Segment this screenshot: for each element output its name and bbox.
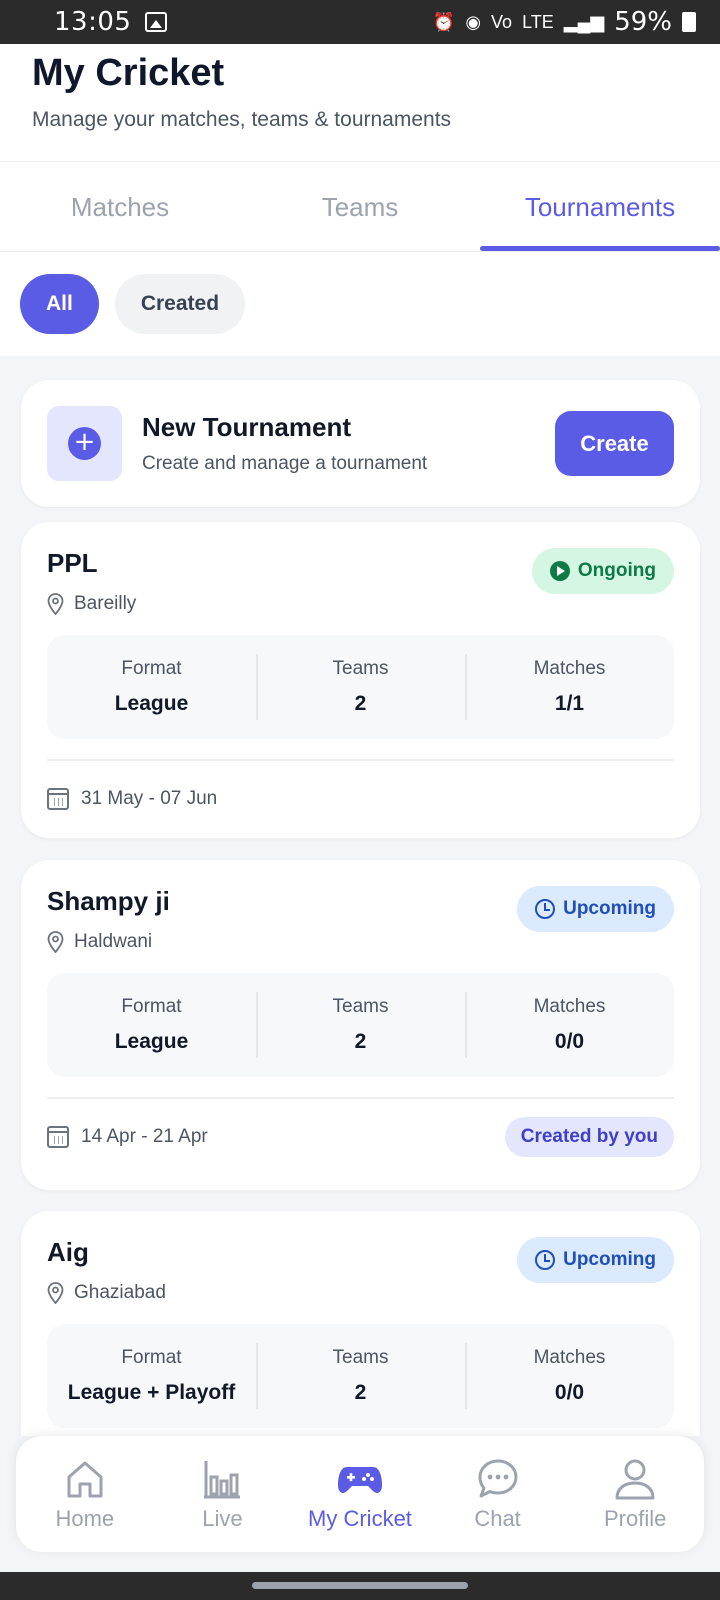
location-pin-icon [47,931,64,953]
nav-profile[interactable]: Profile [566,1456,704,1532]
nav-live[interactable]: Live [154,1456,292,1532]
signal-icon: ▂▄▆ [563,11,605,32]
format-value: League + Playoff [67,1381,236,1404]
user-icon [615,1459,655,1500]
system-navigation-bar [0,1572,720,1600]
date-range: 14 Apr - 21 Apr [81,1126,208,1147]
clock-icon [535,1250,556,1270]
tournament-card[interactable]: PPL Bareilly Ongoing Format League Teams 2… [21,522,700,838]
divider [47,759,674,761]
bottom-navigation: Home Live My Cricket Chat Profile [16,1436,704,1552]
matches-label: Matches [533,1347,606,1368]
matches-value: 0/0 [554,1030,585,1053]
tournament-stats: Format League Teams 2 Matches 0/0 [47,973,674,1077]
tournament-location: Bareilly [47,593,674,615]
location-text: Haldwani [74,931,153,952]
new-tournament-title: New Tournament [142,412,351,442]
teams-label: Teams [332,996,389,1017]
format-label: Format [121,658,182,679]
page-title: My Cricket [32,52,225,94]
alarm-icon: ⏰ [432,11,456,32]
tab-bar: Matches Teams Tournaments [0,162,720,252]
status-badge: Upcoming [517,1237,674,1283]
play-icon [549,561,570,581]
format-value: League [114,692,189,715]
calendar-icon [47,1126,69,1148]
tournament-card[interactable]: Aig Ghaziabad Upcoming Format League + Pl… [21,1211,700,1436]
tournament-list: + New Tournament Create and manage a tou… [0,356,720,1436]
format-label: Format [121,1347,182,1368]
tournament-stats: Format League + Playoff Teams 2 Matches 0/0 [47,1324,674,1428]
status-badge: Upcoming [517,886,674,932]
new-tournament-icon-box: + [47,406,122,481]
divider [47,1097,674,1099]
tournament-location: Haldwani [47,931,674,953]
teams-value: 2 [354,692,367,715]
filter-created-chip[interactable]: Created [114,274,246,334]
new-tournament-subtitle: Create and manage a tournament [142,453,428,474]
nav-chat-label: Chat [474,1506,521,1531]
calendar-icon [47,788,69,810]
nav-live-label: Live [202,1506,243,1531]
battery-percent: 59% [614,7,672,37]
page-subtitle: Manage your matches, teams & tournaments [32,108,452,131]
page-header: My Cricket Manage your matches, teams & … [0,44,720,162]
gamepad-icon [337,1467,382,1493]
battery-icon [682,12,696,32]
status-text: Upcoming [563,1249,656,1270]
matches-label: Matches [533,996,606,1017]
tournament-footer: 14 Apr - 21 Apr Created by you [47,1117,674,1157]
tab-tournaments[interactable]: Tournaments [480,162,720,251]
format-label: Format [121,996,182,1017]
tournament-card[interactable]: Shampy ji Haldwani Upcoming Format League… [21,860,700,1190]
home-gesture-handle[interactable] [252,1582,468,1589]
nav-profile-label: Profile [603,1506,667,1531]
create-tournament-button[interactable]: Create [555,411,674,476]
nav-home-label: Home [55,1506,115,1531]
filter-all-chip[interactable]: All [20,274,99,334]
location-pin-icon [47,1282,64,1304]
tournament-location: Ghaziabad [47,1282,674,1304]
nav-chat[interactable]: Chat [429,1456,567,1532]
teams-value: 2 [354,1030,367,1053]
created-by-you-badge: Created by you [504,1117,674,1157]
matches-value: 1/1 [554,692,585,715]
filter-chips: All Created [0,252,720,356]
volte-icon: Vo [491,11,513,32]
tournament-footer: 31 May - 07 Jun [47,781,674,817]
status-time: 13:05 [54,7,132,37]
matches-label: Matches [533,658,606,679]
image-notification-icon [145,12,168,32]
tab-matches[interactable]: Matches [0,162,240,251]
chat-bubble-icon [478,1459,518,1498]
bar-chart-icon [204,1461,241,1499]
status-badge: Ongoing [531,548,674,594]
tournament-stats: Format League Teams 2 Matches 1/1 [47,635,674,739]
status-bar: 13:05 ⏰ ◉ Vo LTE ▂▄▆ 59% [0,0,720,44]
clock-icon [535,899,556,919]
status-text: Upcoming [563,898,656,919]
lte-icon: LTE [522,11,554,32]
hotspot-icon: ◉ [465,11,482,32]
location-text: Bareilly [74,593,137,614]
nav-my-cricket[interactable]: My Cricket [291,1456,429,1532]
home-icon [67,1461,103,1498]
date-range: 31 May - 07 Jun [81,788,218,809]
plus-icon: + [68,427,101,460]
matches-value: 0/0 [554,1381,585,1404]
nav-my-cricket-label: My Cricket [308,1506,412,1531]
teams-value: 2 [354,1381,367,1404]
teams-label: Teams [332,1347,389,1368]
location-pin-icon [47,593,64,615]
location-text: Ghaziabad [74,1282,166,1303]
status-text: Ongoing [577,560,656,581]
new-tournament-card: + New Tournament Create and manage a tou… [21,380,700,507]
format-value: League [114,1030,189,1053]
tab-teams[interactable]: Teams [240,162,480,251]
teams-label: Teams [332,658,389,679]
nav-home[interactable]: Home [16,1456,154,1532]
